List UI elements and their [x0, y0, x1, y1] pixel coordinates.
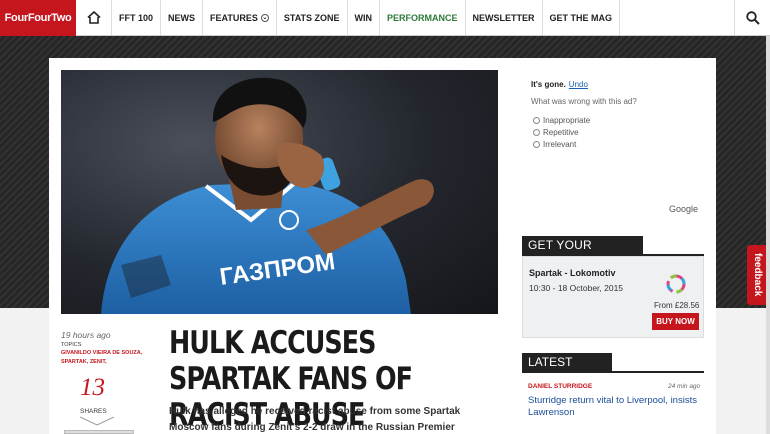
chevron-down-icon: ⌄ [260, 13, 269, 22]
topics-label: TOPICS [61, 342, 82, 348]
nav-news[interactable]: NEWS [161, 0, 204, 35]
google-logo: Google [669, 204, 699, 214]
ad-option-inappropriate[interactable]: Inappropriate [533, 116, 590, 125]
home-button[interactable] [76, 0, 112, 35]
site-logo[interactable]: FourFourTwo [0, 0, 76, 36]
ad-feedback-box: It's gone. Undo What was wrong with this … [521, 70, 703, 220]
ticket-datetime: 10:30 - 18 October, 2015 [529, 283, 624, 293]
ad-option-label: Inappropriate [543, 116, 591, 125]
nav-performance[interactable]: PERFORMANCE [380, 0, 466, 35]
nav-newsletter[interactable]: NEWSLETTER [466, 0, 543, 35]
ad-option-repetitive[interactable]: Repetitive [533, 128, 579, 137]
ad-option-label: Irrelevant [543, 140, 577, 149]
top-navigation: FourFourTwo FFT 100 NEWS FEATURES ⌄ STAT… [0, 0, 770, 36]
ad-gone-label: It's gone. [531, 80, 566, 89]
scrollbar[interactable] [766, 36, 770, 434]
topic-tags[interactable]: GIVANILDO VIEIRA DE SOUZA, SPARTAK, ZENI… [61, 349, 151, 367]
hero-image: ГАЗПРОМ [61, 70, 498, 314]
nav-fft100[interactable]: FFT 100 [112, 0, 162, 35]
divider [522, 371, 704, 373]
feedback-tab[interactable]: feedback [747, 245, 767, 305]
news-item-title[interactable]: Sturridge return vital to Liverpool, ins… [528, 395, 698, 419]
share-count: 13 [80, 374, 105, 401]
ticket-match[interactable]: Spartak - Lokomotiv [529, 268, 616, 278]
news-item-tag[interactable]: DANIEL STURRIDGE [528, 383, 592, 390]
search-button[interactable] [734, 0, 770, 35]
article-standfirst: Hulk has alleged he received racist abus… [169, 406, 461, 433]
ad-question: What was wrong with this ad? [531, 97, 637, 106]
ticket-price: From £28.56 [654, 301, 700, 310]
tickets-header: GET YOUR TICKETS [522, 236, 643, 266]
nav-stats-zone[interactable]: STATS ZONE [277, 0, 348, 35]
nav-win[interactable]: WIN [348, 0, 381, 35]
undo-link[interactable]: Undo [569, 80, 588, 89]
nav-features-label: FEATURES [210, 12, 258, 23]
share-button-bar[interactable] [64, 430, 134, 434]
article-time: 19 hours ago [61, 330, 111, 340]
player-photo: ГАЗПРОМ [101, 77, 434, 314]
ticket-vendor-icon [666, 274, 686, 294]
buy-now-button[interactable]: BUY NOW [652, 313, 699, 330]
nav-features[interactable]: FEATURES ⌄ [203, 0, 277, 35]
share-arrow-icon [80, 416, 114, 426]
radio-icon [533, 141, 540, 148]
ad-gone-text: It's gone. Undo [531, 80, 588, 89]
radio-icon [533, 129, 540, 136]
ticket-widget: Spartak - Lokomotiv 10:30 - 18 October, … [522, 256, 704, 338]
ad-option-irrelevant[interactable]: Irrelevant [533, 140, 576, 149]
search-icon [745, 10, 760, 25]
news-item-time: 24 min ago [668, 383, 701, 390]
radio-icon [533, 117, 540, 124]
shares-label: SHARES [80, 408, 107, 415]
nav-get-the-mag[interactable]: GET THE MAG [543, 0, 621, 35]
latest-news-header: LATEST NEWS [522, 353, 612, 383]
home-icon [86, 11, 101, 24]
ad-option-label: Repetitive [543, 128, 579, 137]
